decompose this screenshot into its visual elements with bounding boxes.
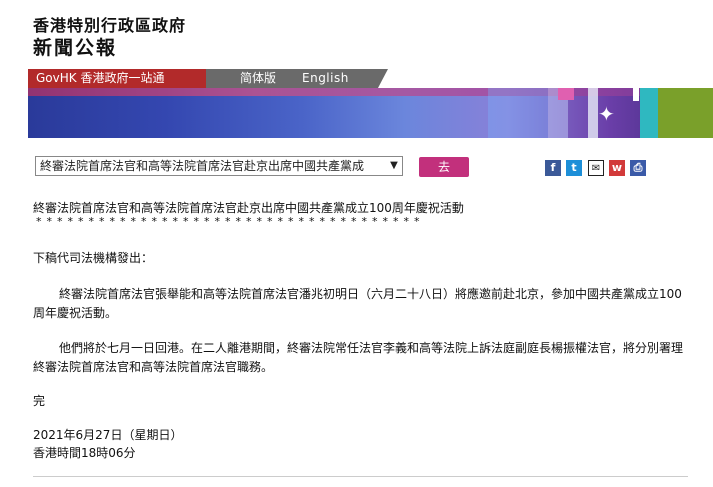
- go-button[interactable]: 去: [419, 157, 469, 177]
- article-end: 完: [33, 394, 46, 408]
- twitter-icon[interactable]: t: [566, 160, 582, 176]
- weibo-icon[interactable]: w: [609, 160, 625, 176]
- article-intro: 下稿代司法機構發出：: [33, 251, 154, 265]
- facebook-icon[interactable]: f: [545, 160, 561, 176]
- press-release-select[interactable]: 終審法院首席法官和高等法院首席法官赴京出席中國共產黨成 ▼: [35, 156, 403, 176]
- language-bar: 简体版 English: [206, 69, 388, 88]
- article-title: 終審法院首席法官和高等法院首席法官赴京出席中國共產黨成立100周年慶祝活動: [33, 201, 464, 215]
- english-link[interactable]: English: [302, 69, 349, 88]
- article-date: 2021年6月27日（星期日）: [33, 428, 183, 442]
- govhk-link[interactable]: GovHK 香港政府一站通: [28, 69, 216, 88]
- article-time: 香港時間18時06分: [33, 446, 136, 460]
- print-icon[interactable]: ⎙: [630, 160, 646, 176]
- mail-icon[interactable]: ✉: [588, 160, 604, 176]
- simplified-chinese-link[interactable]: 简体版: [240, 69, 276, 88]
- top-navigation: GovHK 香港政府一站通 简体版 English: [28, 69, 388, 88]
- header-banner: ✦: [28, 88, 713, 138]
- separator-stars: *************************************: [36, 215, 425, 228]
- select-value: 終審法院首席法官和高等法院首席法官赴京出席中國共產黨成: [40, 159, 365, 173]
- chevron-down-icon: ▼: [386, 157, 402, 175]
- sparkle-icon: ✦: [598, 102, 615, 126]
- article-paragraph-1: 終審法院首席法官張舉能和高等法院首席法官潘兆初明日（六月二十八日）將應邀前赴北京…: [33, 287, 682, 320]
- press-release-heading: 新聞公報: [33, 37, 118, 59]
- article-paragraph-2: 他們將於七月一日回港。在二人離港期間，終審法院常任法官李義和高等法院上訴法庭副庭…: [33, 341, 684, 374]
- divider: [33, 476, 688, 477]
